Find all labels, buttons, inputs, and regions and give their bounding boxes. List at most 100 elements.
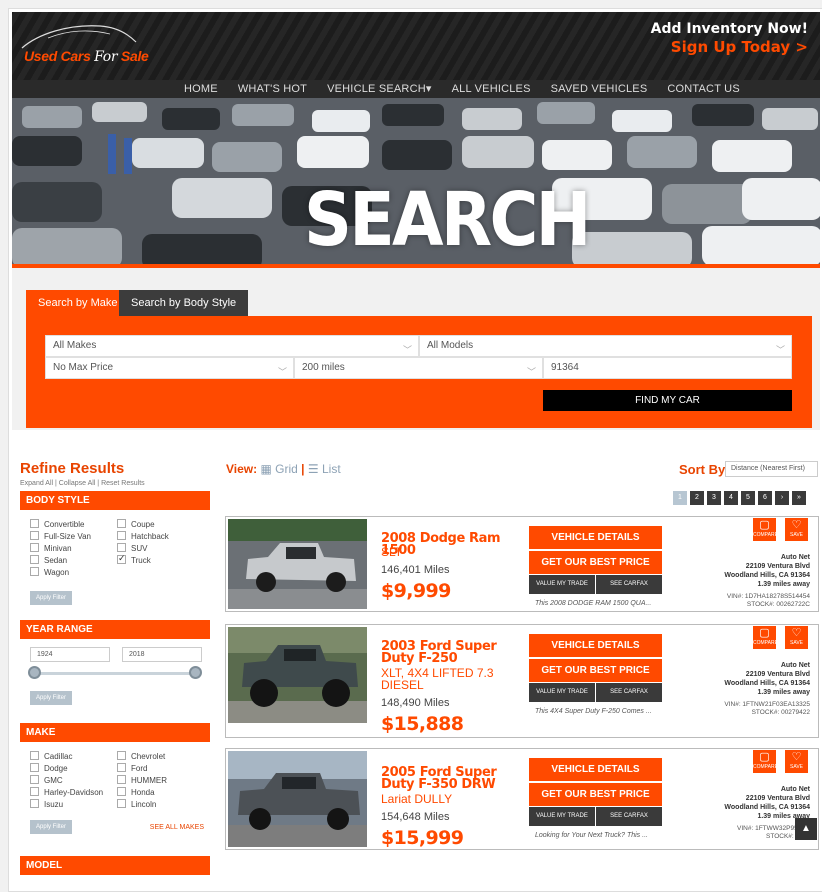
zip-input[interactable]: 91364: [543, 357, 792, 379]
year-range-heading[interactable]: YEAR RANGE: [20, 620, 210, 639]
checkbox-box-checked[interactable]: [117, 553, 126, 564]
page-2-button[interactable]: 2: [690, 491, 704, 505]
list-view-option[interactable]: ☰ List: [308, 462, 341, 476]
cta-line2[interactable]: Sign Up Today >: [651, 38, 808, 56]
page-4-button[interactable]: 4: [724, 491, 738, 505]
best-price-button[interactable]: GET OUR BEST PRICE: [529, 551, 662, 574]
checkbox-box[interactable]: [117, 751, 126, 760]
checkbox-suv[interactable]: SUV: [117, 543, 147, 553]
make-heading[interactable]: MAKE: [20, 723, 210, 742]
checkbox-cadillac[interactable]: Cadillac: [30, 751, 72, 761]
last-page-button[interactable]: »: [792, 491, 806, 505]
year-slider-min-handle[interactable]: [28, 666, 41, 679]
vehicle-details-button[interactable]: VEHICLE DETAILS: [529, 758, 662, 781]
checkbox-minivan[interactable]: Minivan: [30, 543, 72, 553]
checkbox-box[interactable]: [30, 775, 39, 784]
checkbox-isuzu[interactable]: Isuzu: [30, 799, 63, 809]
checkbox-box[interactable]: [117, 543, 126, 552]
refine-links[interactable]: Expand All | Collapse All | Reset Result…: [20, 480, 210, 487]
checkbox-hatchback[interactable]: Hatchback: [117, 531, 169, 541]
compare-button[interactable]: ▢ COMPARE: [753, 626, 778, 649]
checkbox-truck[interactable]: Truck: [117, 553, 151, 565]
checkbox-sedan[interactable]: Sedan: [30, 555, 67, 565]
checkbox-box[interactable]: [30, 519, 39, 528]
apply-filter-button[interactable]: Apply Filter: [30, 691, 72, 705]
checkbox-hummer[interactable]: HUMMER: [117, 775, 167, 785]
checkbox-box[interactable]: [117, 775, 126, 784]
checkbox-box[interactable]: [30, 531, 39, 540]
vehicle-photo[interactable]: [228, 751, 367, 847]
checkbox-box[interactable]: [117, 787, 126, 796]
see-carfax-button[interactable]: SEE CARFAX: [596, 807, 662, 826]
listing-title[interactable]: 2003 Ford Super Duty F-250: [381, 640, 515, 665]
page-3-button[interactable]: 3: [707, 491, 721, 505]
model-heading[interactable]: MODEL: [20, 856, 210, 875]
checkbox-full-size-van[interactable]: Full-Size Van: [30, 531, 91, 541]
checkbox-ford[interactable]: Ford: [117, 763, 147, 773]
model-select[interactable]: All Models ﹀: [419, 335, 792, 357]
checkbox-box[interactable]: [117, 531, 126, 540]
save-button[interactable]: ♡ SAVE: [785, 626, 808, 649]
page-6-button[interactable]: 6: [758, 491, 772, 505]
year-to-input[interactable]: 2018: [122, 647, 202, 662]
site-logo[interactable]: Used Cars For Sale: [18, 20, 149, 72]
nav-whats-hot[interactable]: WHAT'S HOT: [238, 80, 307, 98]
year-slider-track[interactable]: [34, 672, 196, 675]
tab-search-by-make[interactable]: Search by Make: [26, 290, 130, 316]
best-price-button[interactable]: GET OUR BEST PRICE: [529, 783, 662, 806]
checkbox-honda[interactable]: Honda: [117, 787, 155, 797]
value-my-trade-button[interactable]: VALUE MY TRADE: [529, 683, 595, 702]
distance-select[interactable]: 200 miles ﹀: [294, 357, 543, 379]
checkbox-box[interactable]: [30, 555, 39, 564]
nav-saved-vehicles[interactable]: SAVED VEHICLES: [551, 80, 648, 98]
save-button[interactable]: ♡ SAVE: [785, 518, 808, 541]
cta-line1[interactable]: Add Inventory Now!: [651, 20, 808, 38]
value-my-trade-button[interactable]: VALUE MY TRADE: [529, 807, 595, 826]
checkbox-box[interactable]: [30, 543, 39, 552]
apply-filter-button[interactable]: Apply Filter: [30, 820, 72, 834]
checkbox-chevrolet[interactable]: Chevrolet: [117, 751, 165, 761]
apply-filter-button[interactable]: Apply Filter: [30, 591, 72, 605]
checkbox-box[interactable]: [30, 799, 39, 808]
checkbox-dodge[interactable]: Dodge: [30, 763, 68, 773]
page-5-button[interactable]: 5: [741, 491, 755, 505]
checkbox-box[interactable]: [30, 763, 39, 772]
vehicle-photo[interactable]: [228, 627, 367, 723]
vehicle-details-button[interactable]: VEHICLE DETAILS: [529, 526, 662, 549]
sort-select[interactable]: Distance (Nearest First): [725, 461, 818, 477]
nav-all-vehicles[interactable]: ALL VEHICLES: [452, 80, 531, 98]
find-my-car-button[interactable]: FIND MY CAR: [543, 390, 792, 411]
save-button[interactable]: ♡ SAVE: [785, 750, 808, 773]
see-all-makes-link[interactable]: SEE ALL MAKES: [150, 824, 204, 831]
checkbox-box[interactable]: [117, 799, 126, 808]
value-my-trade-button[interactable]: VALUE MY TRADE: [529, 575, 595, 594]
checkbox-convertible[interactable]: Convertible: [30, 519, 84, 529]
vehicle-details-button[interactable]: VEHICLE DETAILS: [529, 634, 662, 657]
grid-view-option[interactable]: ▦ Grid: [260, 462, 297, 476]
nav-contact-us[interactable]: CONTACT US: [667, 80, 740, 98]
nav-home[interactable]: HOME: [184, 80, 218, 98]
checkbox-box[interactable]: [30, 567, 39, 576]
listing-title[interactable]: 2005 Ford Super Duty F-350 DRW: [381, 766, 515, 791]
year-slider-max-handle[interactable]: [189, 666, 202, 679]
checkbox-box[interactable]: [117, 763, 126, 772]
compare-button[interactable]: ▢ COMPARE: [753, 518, 778, 541]
back-to-top-button[interactable]: ▲: [795, 818, 817, 840]
checkbox-wagon[interactable]: Wagon: [30, 567, 69, 577]
checkbox-gmc[interactable]: GMC: [30, 775, 63, 785]
make-select[interactable]: All Makes ﹀: [45, 335, 419, 357]
checkbox-box[interactable]: [30, 751, 39, 760]
checkbox-box[interactable]: [117, 519, 126, 528]
next-page-button[interactable]: ›: [775, 491, 789, 505]
signup-cta[interactable]: Add Inventory Now! Sign Up Today >: [651, 20, 808, 56]
see-carfax-button[interactable]: SEE CARFAX: [596, 575, 662, 594]
checkbox-lincoln[interactable]: Lincoln: [117, 799, 156, 809]
tab-search-by-body-style[interactable]: Search by Body Style: [119, 290, 249, 316]
max-price-select[interactable]: No Max Price ﹀: [45, 357, 294, 379]
best-price-button[interactable]: GET OUR BEST PRICE: [529, 659, 662, 682]
checkbox-harley-davidson[interactable]: Harley-Davidson: [30, 787, 103, 797]
checkbox-coupe[interactable]: Coupe: [117, 519, 155, 529]
compare-button[interactable]: ▢ COMPARE: [753, 750, 778, 773]
body-style-heading[interactable]: BODY STYLE: [20, 491, 210, 510]
checkbox-box[interactable]: [30, 787, 39, 796]
